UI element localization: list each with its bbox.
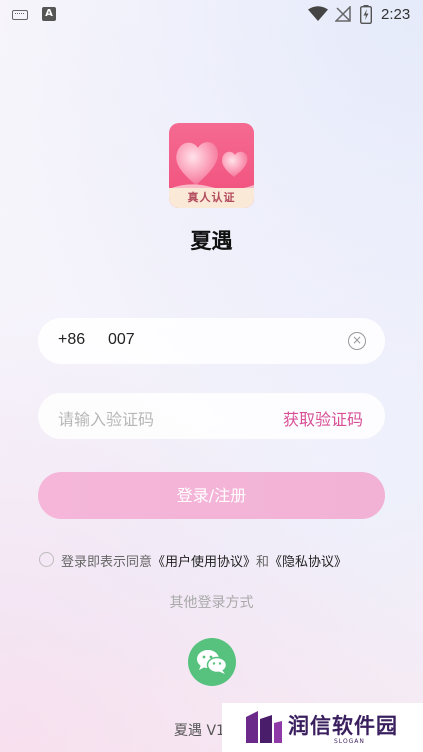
agreement-row: 登录即表示同意《用户使用协议》和《隐私协议》 — [39, 551, 399, 570]
app-version: 夏遇 V1 — [174, 723, 225, 739]
wechat-login-button[interactable] — [188, 638, 236, 686]
watermark: 润信软件园 SLOGAN — [222, 703, 423, 752]
phone-input[interactable]: 007 — [108, 331, 135, 349]
input-method-icon: A — [42, 7, 56, 21]
agreement-checkbox[interactable] — [39, 552, 54, 567]
no-signal-icon — [335, 6, 351, 22]
privacy-policy-link[interactable]: 《隐私协议》 — [269, 555, 347, 570]
watermark-text: 润信软件园 — [288, 714, 398, 738]
agreement-prefix: 登录即表示同意 — [61, 555, 153, 570]
battery-charging-icon — [360, 5, 372, 24]
phone-field[interactable]: +86 007 × — [38, 318, 385, 364]
agreement-text: 登录即表示同意《用户使用协议》和《隐私协议》 — [61, 551, 347, 570]
app-title: 夏遇 — [190, 229, 233, 253]
wifi-icon — [308, 6, 328, 21]
status-bar: A 2:23 — [0, 0, 423, 30]
watermark-logo — [246, 711, 282, 743]
agreement-conjunction: 和 — [256, 555, 270, 570]
other-login-title: 其他登录方式 — [169, 595, 254, 611]
code-input[interactable]: 请输入验证码 — [58, 406, 154, 430]
app-logo: 真人认证 — [169, 123, 254, 208]
login-button[interactable]: 登录/注册 — [38, 472, 385, 519]
get-code-button[interactable]: 获取验证码 — [283, 406, 363, 430]
status-time: 2:23 — [381, 6, 411, 23]
code-field[interactable]: 请输入验证码 获取验证码 — [38, 393, 385, 439]
country-code[interactable]: +86 — [58, 331, 85, 349]
watermark-slogan: SLOGAN — [334, 738, 365, 745]
clear-icon[interactable]: × — [348, 332, 366, 350]
user-agreement-link[interactable]: 《用户使用协议》 — [152, 555, 256, 570]
keyboard-icon — [12, 10, 28, 20]
logo-badge: 真人认证 — [169, 188, 254, 208]
wechat-icon — [197, 650, 228, 674]
